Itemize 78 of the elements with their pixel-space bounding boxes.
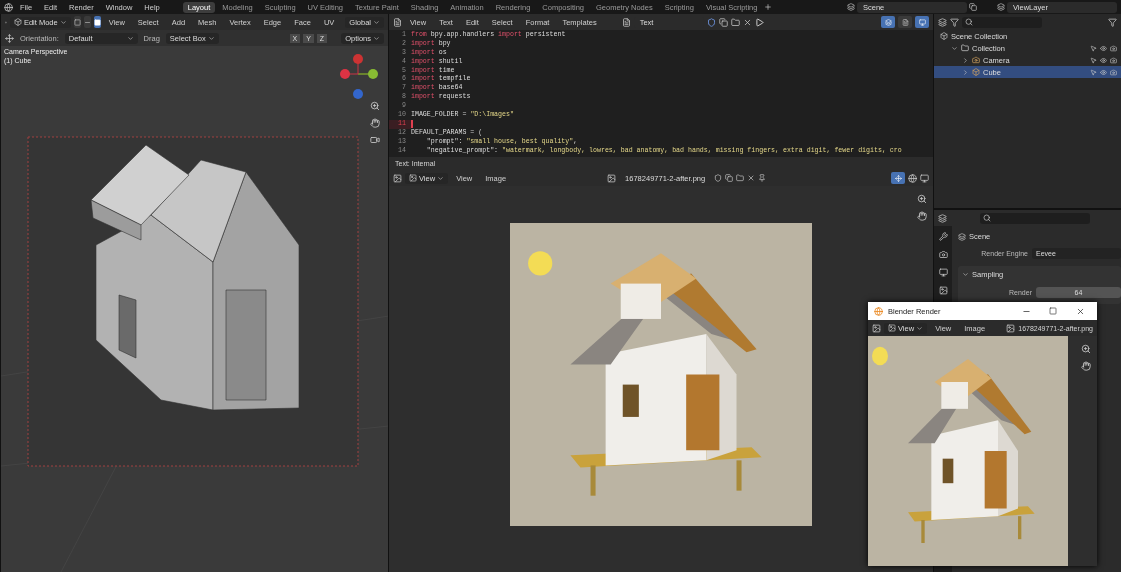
line-numbers-toggle[interactable] [881,16,895,28]
close-icon[interactable] [747,174,756,182]
move-icon [894,174,902,182]
text-cursor [411,119,413,128]
close-icon[interactable] [742,17,752,27]
vertex-icon [73,18,81,26]
editor-type-icon[interactable] [938,213,947,223]
copy-icon[interactable] [725,174,734,182]
face-icon [93,18,101,26]
vertex-select-button[interactable] [73,16,81,28]
scene-icon [958,232,966,241]
visibility-icon[interactable] [1100,44,1107,52]
search-field[interactable] [980,212,1090,224]
folder-icon [961,44,969,52]
camera-icon [972,56,980,64]
zoom-icon[interactable] [1081,344,1091,354]
dropdown-caret-icon [437,174,445,182]
syntax-toggle[interactable] [915,16,929,28]
tool-tab-icon[interactable] [938,232,948,241]
overlay-icon[interactable] [908,173,917,183]
render-icon[interactable] [1110,44,1117,52]
folder-icon[interactable] [730,17,740,27]
camera-view-icon[interactable] [370,135,380,145]
render-tab-icon[interactable] [938,250,948,259]
render-icon[interactable] [1110,68,1117,76]
wrap-icon [901,18,909,26]
render-icon[interactable] [1110,56,1117,64]
cube-icon [972,68,980,76]
pan-hand-icon[interactable] [370,118,380,128]
run-script-icon[interactable] [754,17,764,27]
search-icon [965,18,973,26]
close-icon [1075,306,1085,316]
shield-icon[interactable] [706,17,716,27]
search-icon [983,214,991,222]
view-layer-tab-icon[interactable] [938,286,948,295]
editor-type-icon[interactable] [872,323,881,333]
display-icon[interactable] [920,173,929,183]
image-icon [409,174,417,182]
highlight-icon [918,18,926,26]
search-field[interactable] [962,16,1042,28]
orientation-icon[interactable] [5,33,14,43]
shield-icon[interactable] [714,174,723,182]
output-tab-icon[interactable] [938,268,948,277]
scene-icon[interactable] [847,3,855,11]
dropdown-caret-icon [126,34,134,42]
image-datablock-icon[interactable] [607,173,617,183]
copy-icon[interactable] [969,3,977,11]
dropdown-caret-icon [59,18,67,26]
filter-icon[interactable] [950,17,959,27]
lines-icon [884,18,892,26]
face-select-button[interactable] [93,16,101,28]
dropdown-caret-icon [207,34,215,42]
filter-icon[interactable] [1108,17,1117,27]
editor-type-icon[interactable] [393,173,402,183]
pan-hand-icon[interactable] [1081,361,1091,371]
image-icon [888,324,896,332]
zoom-icon[interactable] [370,101,380,111]
scene-collection-icon [940,32,948,40]
view-layer-icon[interactable] [997,3,1005,11]
word-wrap-toggle[interactable] [898,16,912,28]
editor-type-icon[interactable] [393,17,402,27]
dropdown-caret-icon [916,324,924,332]
text-datablock-icon[interactable] [621,17,631,27]
maximize-icon [1049,307,1057,315]
display-mode-icon[interactable] [938,17,947,27]
pan-hand-icon[interactable] [917,211,927,221]
image-datablock-icon[interactable] [1006,323,1016,333]
visibility-icon[interactable] [1100,68,1107,76]
zoom-icon[interactable] [917,194,927,204]
add-workspace-icon[interactable] [764,3,773,11]
copy-icon[interactable] [718,17,728,27]
axis-gizmo-icon[interactable] [340,54,378,99]
cube-icon [13,18,22,26]
pin-icon[interactable] [758,174,767,182]
folder-icon[interactable] [736,174,745,182]
edge-select-button[interactable] [83,16,91,28]
gizmo-toggle[interactable] [891,172,905,184]
visibility-icon[interactable] [1100,56,1107,64]
